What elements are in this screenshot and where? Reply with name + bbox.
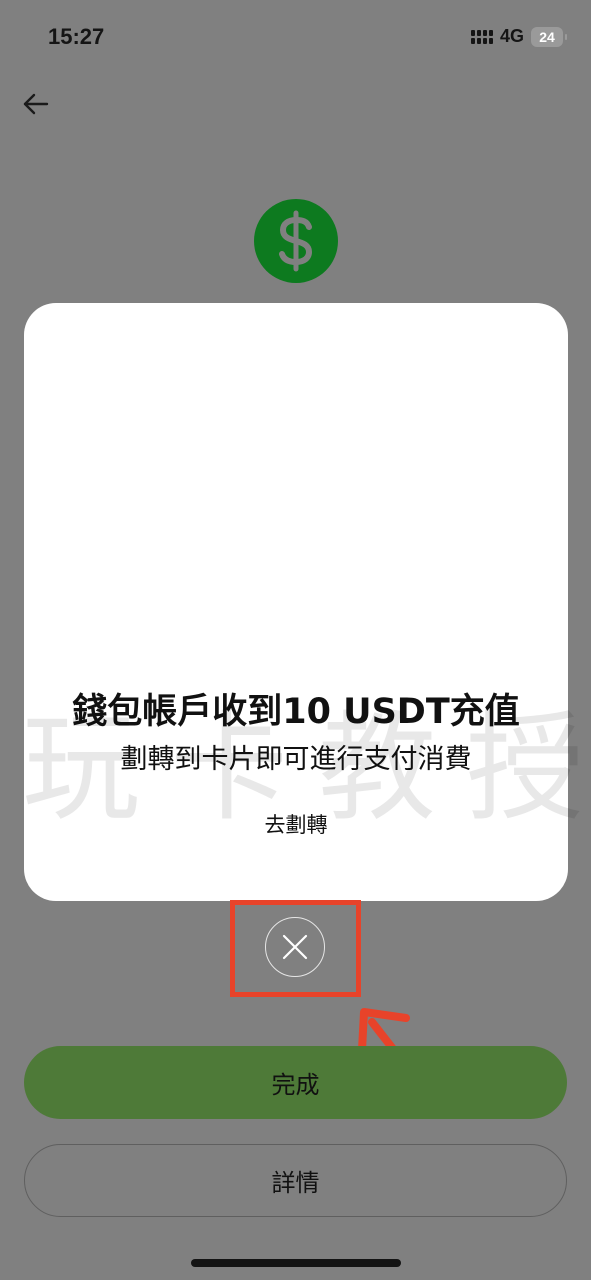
network-label: 4G [499, 26, 524, 46]
details-button[interactable]: 詳情 [24, 1144, 567, 1217]
battery-level: 24 [539, 28, 555, 45]
back-arrow-icon[interactable] [20, 88, 52, 120]
status-time: 15:27 [48, 24, 105, 49]
modal-title: 錢包帳戶收到10 USDT充值 [72, 692, 520, 732]
screen: 15:27 4G 24 錢包帳戶收到10 USDT充值 劃轉到卡片即可進行支付消… [0, 0, 591, 1280]
modal-subtitle: 劃轉到卡片即可進行支付消費 [120, 744, 472, 775]
status-icons: 4G 24 [470, 26, 567, 47]
battery-icon: 24 [531, 26, 567, 47]
home-indicator [191, 1259, 401, 1267]
notification-modal: 錢包帳戶收到10 USDT充值 劃轉到卡片即可進行支付消費 去劃轉 [24, 303, 568, 901]
signal-icon [470, 29, 493, 44]
annotation-highlight-box [230, 900, 361, 997]
transfer-link[interactable]: 去劃轉 [24, 809, 568, 839]
done-button[interactable]: 完成 [24, 1046, 567, 1119]
dollar-icon [254, 199, 338, 283]
